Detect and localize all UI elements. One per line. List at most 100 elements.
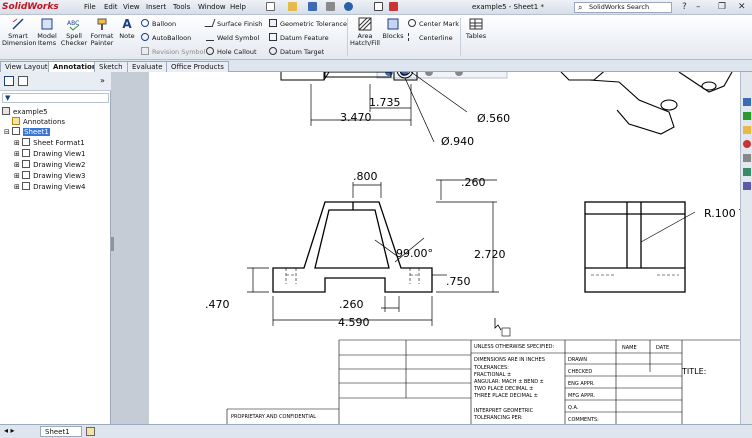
tb-eng-appr: ENG APPR.: [568, 381, 595, 387]
tb-drawn: DRAWN: [568, 357, 587, 363]
datum-feature-button[interactable]: Datum Feature: [269, 33, 329, 42]
blocks-icon: [386, 17, 400, 31]
menu-file[interactable]: File: [84, 3, 96, 11]
side-view-drawing: [584, 201, 686, 293]
open-icon[interactable]: [288, 2, 297, 11]
save-icon[interactable]: [308, 2, 317, 11]
command-manager-ribbon: Smart Dimension Model Items ABC Spell Ch…: [0, 15, 752, 60]
tree-item-drawing-view4[interactable]: ⊞ Drawing View4: [14, 182, 86, 191]
tab-view-layout[interactable]: View Layout: [0, 61, 53, 72]
menu-edit[interactable]: Edit: [104, 3, 118, 11]
view-palette-icon[interactable]: [743, 154, 751, 162]
tree-filter-input[interactable]: ▼: [2, 93, 109, 103]
isometric-view-drawing: [560, 66, 733, 135]
dim-750[interactable]: .750: [446, 275, 471, 288]
ribbon-separator: [347, 18, 348, 56]
balloon-button[interactable]: Balloon: [141, 19, 176, 28]
heads-up-toolbar[interactable]: [376, 65, 508, 79]
expand-panel-icon[interactable]: »: [100, 76, 105, 85]
search-results-icon[interactable]: [743, 140, 751, 148]
tree-item-drawing-view3[interactable]: ⊞ Drawing View3: [14, 171, 86, 180]
note-button[interactable]: A Note: [117, 17, 137, 40]
autoballoon-button[interactable]: AutoBalloon: [141, 33, 191, 42]
weld-symbol-button[interactable]: Weld Symbol: [206, 33, 259, 42]
menu-window[interactable]: Window: [198, 3, 226, 11]
appearances-icon[interactable]: [743, 168, 751, 176]
dim-4590[interactable]: 4.590: [338, 316, 370, 329]
file-explorer-icon[interactable]: [743, 126, 751, 134]
tree-item-sheet-format1[interactable]: ⊞ Sheet Format1: [14, 138, 85, 147]
model-items-button[interactable]: Model Items: [35, 17, 59, 47]
menu-tools[interactable]: Tools: [173, 3, 190, 11]
dim-470[interactable]: .470: [205, 298, 230, 311]
close-icon[interactable]: ✕: [738, 2, 746, 12]
tree-root-label: example5: [13, 108, 48, 116]
menu-insert[interactable]: Insert: [146, 3, 166, 11]
table-icon: [469, 17, 483, 31]
surface-finish-button[interactable]: Surface Finish: [204, 19, 262, 28]
restore-icon[interactable]: ❐: [718, 2, 726, 12]
smart-dimension-button[interactable]: Smart Dimension: [2, 17, 37, 47]
tree-item-drawing-view1[interactable]: ⊞ Drawing View1: [14, 149, 86, 158]
sheet-tab-sheet1[interactable]: Sheet1: [40, 426, 82, 437]
sheet-nav-arrows[interactable]: ◂ ▸: [4, 426, 15, 435]
search-input[interactable]: ⌕ SolidWorks Search: [574, 2, 672, 13]
tab-sketch[interactable]: Sketch: [94, 61, 128, 72]
feature-tree-icon[interactable]: [4, 76, 14, 86]
annotations-icon: [12, 117, 20, 125]
area-hatch-button[interactable]: Area Hatch/Fill: [350, 17, 380, 47]
menu-view[interactable]: View: [123, 3, 140, 11]
blocks-button[interactable]: Blocks: [382, 17, 404, 40]
dim-r100-typ[interactable]: R.100 TYP: [704, 207, 752, 220]
panel-splitter-handle[interactable]: [111, 237, 114, 251]
dim-dia-940[interactable]: Ø.940: [441, 135, 474, 148]
help-icon[interactable]: ?: [682, 2, 687, 12]
custom-properties-icon[interactable]: [743, 182, 751, 190]
minimize-icon[interactable]: –: [696, 2, 701, 12]
tb-fractional: FRACTIONAL ±: [474, 372, 511, 378]
property-manager-icon[interactable]: [18, 76, 28, 86]
hole-callout-button[interactable]: Hole Callout: [206, 47, 257, 56]
center-mark-button[interactable]: Center Mark: [408, 19, 459, 28]
print-icon[interactable]: [326, 2, 335, 11]
undo-icon[interactable]: [344, 2, 353, 11]
dim-800[interactable]: .800: [353, 170, 378, 183]
drawing-sheet[interactable]: 1.735 3.470 Ø.560 Ø.940 .800 .260 99.00°…: [149, 61, 752, 424]
dim-260-bottom[interactable]: .260: [339, 298, 364, 311]
dim-260-top[interactable]: .260: [461, 176, 486, 189]
tree-item-label: Sheet1: [23, 128, 50, 136]
resources-icon[interactable]: [743, 98, 751, 106]
add-sheet-icon[interactable]: [86, 427, 95, 436]
tree-item-sheet1[interactable]: ⊟ Sheet1: [4, 127, 50, 136]
tables-button[interactable]: Tables: [463, 17, 489, 40]
tab-office-products[interactable]: Office Products: [166, 61, 229, 72]
geometric-tolerance-button[interactable]: Geometric Tolerance: [269, 19, 347, 28]
new-icon[interactable]: [266, 2, 275, 11]
note-icon: A: [122, 17, 132, 31]
tree-item-label: Drawing View2: [33, 161, 86, 169]
dim-dia-560[interactable]: Ø.560: [477, 112, 510, 125]
front-view-hidden-lines: [285, 268, 420, 284]
tree-root[interactable]: example5: [2, 107, 48, 116]
menu-help[interactable]: Help: [230, 3, 246, 11]
format-painter-label: Format Painter: [90, 32, 114, 47]
centerline-button[interactable]: Centerline: [408, 33, 453, 42]
datum-target-button[interactable]: Datum Target: [269, 47, 324, 56]
area-hatch-label: Area Hatch/Fill: [350, 32, 380, 47]
spell-checker-button[interactable]: ABC Spell Checker: [60, 17, 88, 47]
dim-3470[interactable]: 3.470: [340, 111, 372, 124]
tab-evaluate[interactable]: Evaluate: [127, 61, 168, 72]
tb-dims-in-inches: DIMENSIONS ARE IN INCHES: [474, 357, 545, 363]
design-library-icon[interactable]: [743, 112, 751, 120]
revision-symbol-button[interactable]: Revision Symbol: [141, 47, 205, 56]
center-mark-icon: [408, 19, 416, 27]
autoballoon-label: AutoBalloon: [152, 34, 192, 42]
dim-2720[interactable]: 2.720: [474, 248, 506, 261]
rebuild-icon[interactable]: [389, 2, 398, 11]
tree-item-annotations[interactable]: Annotations: [12, 117, 65, 126]
dim-angle-99[interactable]: 99.00°: [396, 247, 433, 260]
tree-item-drawing-view2[interactable]: ⊞ Drawing View2: [14, 160, 86, 169]
format-painter-button[interactable]: Format Painter: [89, 17, 115, 47]
select-icon[interactable]: [374, 2, 383, 11]
dim-1735[interactable]: 1.735: [369, 96, 401, 109]
